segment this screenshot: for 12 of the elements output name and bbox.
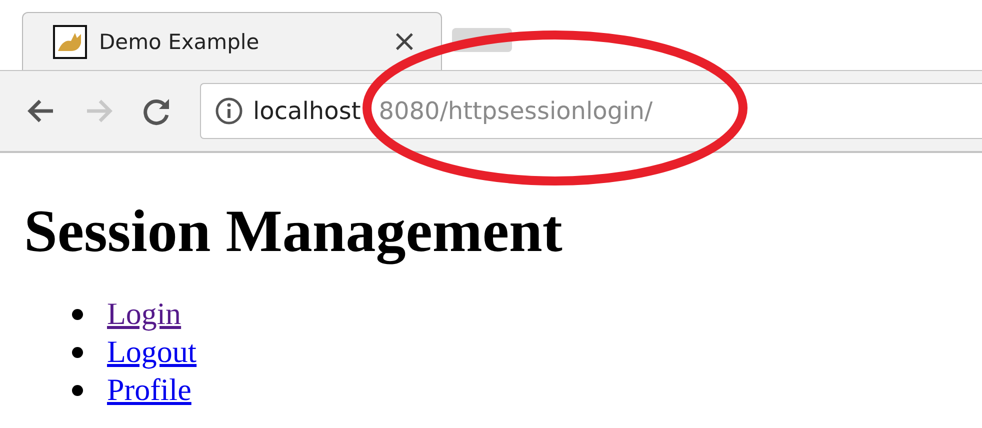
bullet-icon (72, 308, 83, 320)
info-icon[interactable] (215, 97, 243, 125)
page-heading: Session Management (24, 197, 564, 266)
nav-link[interactable]: Logout (107, 333, 197, 371)
nav-link[interactable]: Login (107, 295, 182, 333)
browser-tab[interactable]: Demo Example × (22, 12, 442, 70)
tab-title: Demo Example (99, 30, 260, 54)
bullet-icon (72, 384, 83, 396)
bullet-icon (72, 346, 83, 358)
address-bar[interactable]: localhost 8080/httpsessionlogin/ (200, 83, 982, 139)
url-text: localhost 8080/httpsessionlogin/ (253, 97, 653, 125)
nav-link[interactable]: Profile (107, 371, 192, 409)
